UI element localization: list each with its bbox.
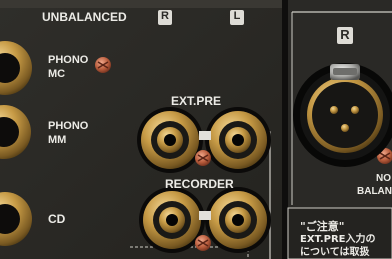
phono-mc-label-line1: PHONO — [48, 54, 89, 66]
copper-screw — [195, 235, 211, 251]
recorder-l-jack — [205, 187, 271, 253]
notice-title: "ご注意" — [300, 220, 345, 233]
balanced-r-badge: R — [337, 27, 353, 44]
unbalanced-label: UNBALANCED — [42, 10, 127, 24]
rear-panel-photo: UNBALANCED R L PHONO MC PHONO MM CD EXT.… — [0, 0, 392, 259]
notice-line1: EXT.PRE入力の — [300, 234, 376, 245]
recorder-label: RECORDER — [165, 177, 234, 191]
ext-pre-r-jack — [137, 107, 203, 173]
notice-line2: については取扱 — [300, 247, 370, 258]
phono-mm-label-line1: PHONO — [48, 120, 89, 132]
copper-screw — [195, 150, 211, 166]
balanced-no-label: NO — [376, 173, 391, 184]
ext-pre-l-jack — [205, 107, 271, 173]
ext-pre-label: EXT.PRE — [171, 94, 222, 108]
copper-screw — [95, 57, 111, 73]
phono-mc-label-line2: MC — [48, 68, 66, 80]
balanced-label: BALAN — [357, 186, 392, 197]
phono-mm-label-line2: MM — [48, 134, 67, 146]
unbalanced-l-badge: L — [230, 10, 244, 25]
cd-label: CD — [48, 212, 66, 226]
unbalanced-r-badge: R — [158, 10, 172, 25]
